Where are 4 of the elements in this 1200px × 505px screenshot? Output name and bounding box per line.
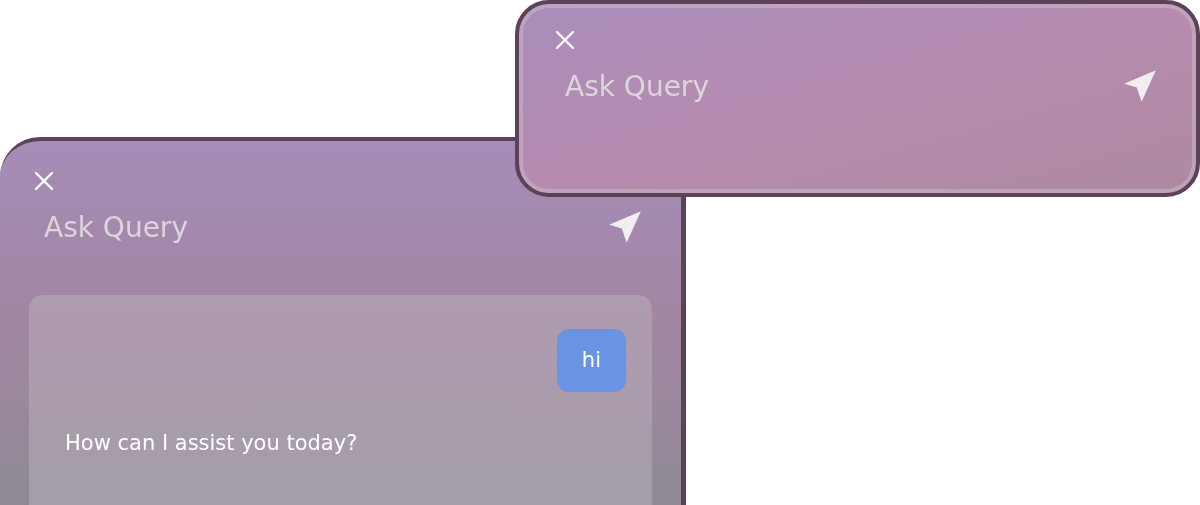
assistant-message: How can I assist you today? [64,430,358,457]
user-message: hi [556,329,626,392]
query-field[interactable]: Ask Query [30,205,450,249]
query-field[interactable]: Ask Query [551,64,971,108]
